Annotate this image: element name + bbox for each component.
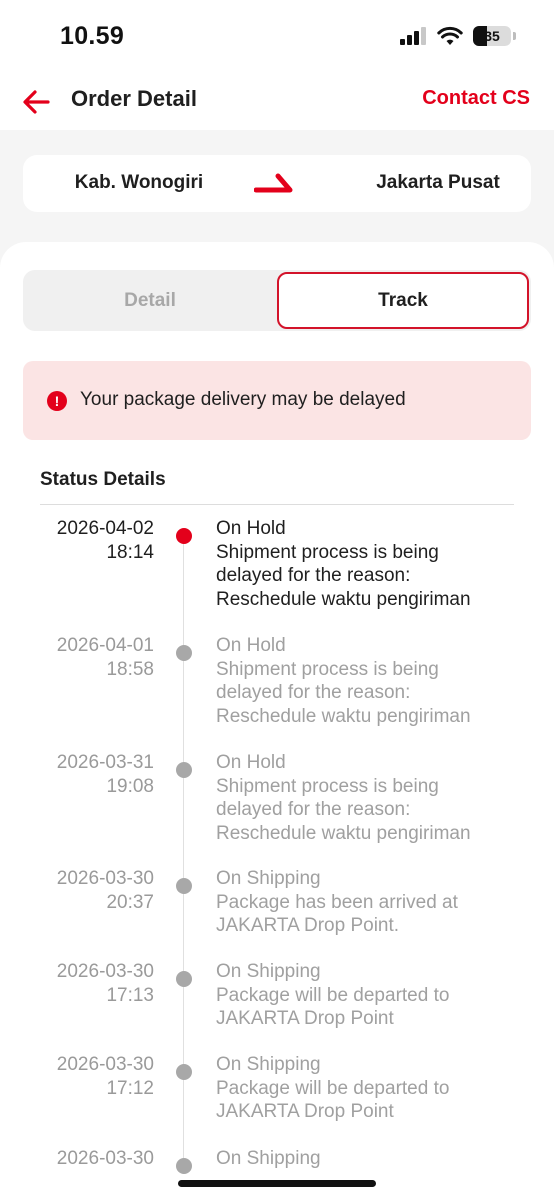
contact-cs-button[interactable]: Contact CS xyxy=(422,87,530,110)
event-body: On Hold Shipment process is being delaye… xyxy=(216,634,516,728)
event-description: Shipment process is being xyxy=(216,541,439,563)
event-body: On Shipping xyxy=(216,1147,516,1171)
event-description: JAKARTA Drop Point. xyxy=(216,915,400,936)
timeline-dot xyxy=(176,1158,192,1174)
event-body: On Hold Shipment process is being delaye… xyxy=(216,751,516,845)
event-date: 2026-03-30 xyxy=(56,1148,154,1169)
page-title: Order Detail xyxy=(71,86,197,111)
signal-icon xyxy=(400,27,426,45)
event-date: 2026-04-02 xyxy=(56,518,154,539)
event-datetime: 2026-03-30 17:13 xyxy=(57,960,154,1007)
event-description: Shipment process is being xyxy=(216,775,439,797)
event-datetime: 2026-03-30 20:37 xyxy=(57,867,154,914)
event-status: On Shipping xyxy=(216,1148,321,1169)
event-datetime: 2026-04-02 18:14 xyxy=(57,517,154,564)
battery-level: 35 xyxy=(484,28,500,44)
tab-track[interactable]: Track xyxy=(277,272,529,329)
tab-detail[interactable]: Detail xyxy=(23,270,277,331)
event-description: delayed for the reason: xyxy=(216,565,411,586)
route-destination: Jakarta Pusat xyxy=(376,172,500,193)
event-body: On Shipping Package has been arrived at … xyxy=(216,867,516,938)
event-body: On Hold Shipment process is being delaye… xyxy=(216,517,516,611)
event-datetime: 2026-03-31 19:08 xyxy=(57,751,154,798)
tab-switcher: Detail Track xyxy=(23,270,531,331)
alert-message: Your package delivery may be delayed xyxy=(80,389,406,410)
status-time: 10.59 xyxy=(60,22,125,50)
event-datetime: 2026-03-30 17:12 xyxy=(57,1053,154,1100)
event-description: delayed for the reason: xyxy=(216,682,411,703)
event-date: 2026-03-31 xyxy=(56,752,154,773)
timeline-dot xyxy=(176,528,192,544)
timeline-dot xyxy=(176,878,192,894)
timeline-dot xyxy=(176,762,192,778)
event-date: 2026-03-30 xyxy=(56,1054,154,1075)
route-origin: Kab. Wonogiri xyxy=(74,172,204,193)
divider xyxy=(40,504,514,505)
home-indicator[interactable] xyxy=(178,1180,376,1187)
event-description: Shipment process is being xyxy=(216,658,439,680)
event-description: Reschedule waktu pengiriman xyxy=(216,705,471,727)
event-description: Package will be departed to xyxy=(216,1077,450,1099)
event-time: 19:08 xyxy=(106,775,154,797)
timeline-dot xyxy=(176,971,192,987)
status-bar: 10.59 35 xyxy=(0,0,554,76)
delay-alert: ! Your package delivery may be delayed xyxy=(23,361,531,440)
event-date: 2026-04-01 xyxy=(56,635,154,656)
event-date: 2026-03-30 xyxy=(56,868,154,889)
nav-bar: Order Detail Contact CS xyxy=(0,76,554,130)
timeline-dot xyxy=(176,1064,192,1080)
event-description: Package has been arrived at xyxy=(216,891,458,913)
route-arrow-icon xyxy=(254,173,293,193)
event-status: On Shipping xyxy=(216,1054,321,1075)
event-status: On Shipping xyxy=(216,868,321,889)
event-date: 2026-03-30 xyxy=(56,961,154,982)
event-description: Package will be departed to xyxy=(216,984,450,1006)
event-body: On Shipping Package will be departed to … xyxy=(216,1053,516,1124)
event-status: On Hold xyxy=(216,518,286,539)
alert-circle-icon: ! xyxy=(47,391,67,411)
event-time: 20:37 xyxy=(106,891,154,913)
status-details-heading: Status Details xyxy=(40,469,166,490)
event-description: JAKARTA Drop Point xyxy=(216,1101,394,1122)
event-time: 17:13 xyxy=(106,984,154,1006)
event-description: JAKARTA Drop Point xyxy=(216,1008,394,1029)
wifi-icon xyxy=(437,26,463,45)
event-description: Reschedule waktu pengiriman xyxy=(216,822,471,844)
battery-icon: 35 xyxy=(473,26,511,46)
event-description: delayed for the reason: xyxy=(216,799,411,820)
event-datetime: 2026-03-30 xyxy=(57,1147,154,1171)
event-datetime: 2026-04-01 18:58 xyxy=(57,634,154,681)
event-time: 17:12 xyxy=(106,1077,154,1099)
status-icons: 35 xyxy=(399,26,516,46)
event-body: On Shipping Package will be departed to … xyxy=(216,960,516,1031)
back-arrow-icon[interactable] xyxy=(20,86,52,118)
timeline-dot xyxy=(176,645,192,661)
event-status: On Hold xyxy=(216,752,286,773)
event-status: On Hold xyxy=(216,635,286,656)
event-time: 18:14 xyxy=(106,541,154,563)
event-status: On Shipping xyxy=(216,961,321,982)
event-description: Reschedule waktu pengiriman xyxy=(216,588,471,610)
event-time: 18:58 xyxy=(106,658,154,680)
battery-cap xyxy=(513,32,516,40)
